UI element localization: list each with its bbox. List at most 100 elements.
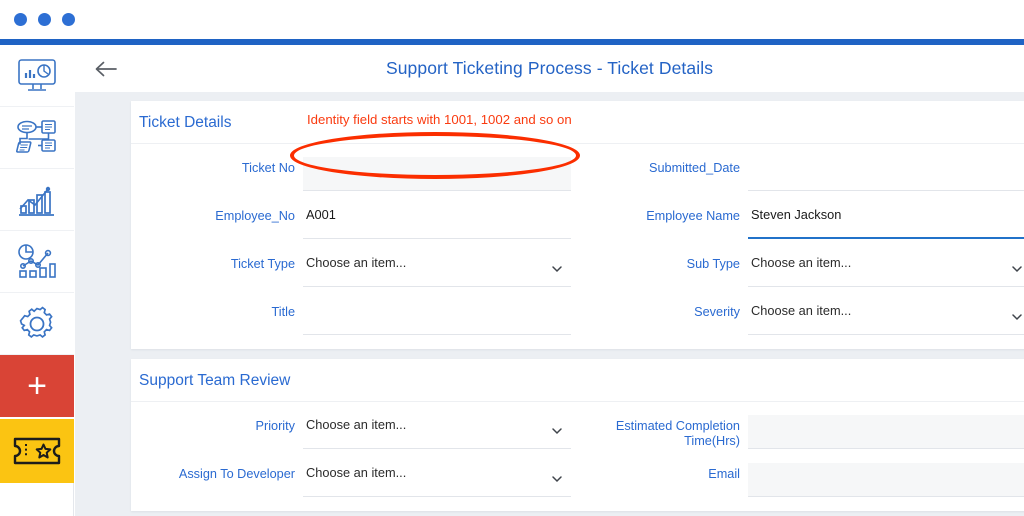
ticket-details-rows: Ticket No Submitted_Date [131,144,1024,349]
process-flow-icon [14,118,60,158]
app-header: Support Ticketing Process - Ticket Detai… [75,45,1024,92]
field-employee-no: Employee_No A001 [131,196,571,244]
window-dot-2[interactable] [38,13,51,26]
sidebar-item-reports[interactable] [0,169,74,231]
annotation-note: Identity field starts with 1001, 1002 an… [307,112,572,127]
card-ticket-details: Ticket Details Ticket No Submitted_Date [131,101,1024,349]
input-underline [748,190,1024,191]
card-support-team-review: Support Team Review Priority Choose an i… [131,359,1024,511]
form-row: Assign To Developer Choose an item... Em… [131,454,1024,502]
input-underline [303,334,571,335]
input-surface [748,415,1024,448]
select-value: Choose an item... [306,417,406,432]
title-input[interactable] [303,301,571,335]
input-underline [748,334,1024,335]
field-employee-name: Employee Name Steven Jackson [571,196,1024,244]
field-submitted-date: Submitted_Date [571,148,1024,196]
field-label: Ticket No [131,157,303,176]
input-underline [748,448,1024,449]
chevron-down-icon[interactable] [1011,310,1023,322]
chevron-down-icon[interactable] [551,472,563,484]
field-label: Assign To Developer [131,463,303,482]
field-label: Submitted_Date [571,157,748,176]
sidebar-item-dashboard[interactable] [0,45,74,107]
field-severity: Severity Choose an item... [571,292,1024,340]
input-underline [303,238,571,239]
email-input[interactable] [748,463,1024,497]
sidebar-item-analytics[interactable] [0,231,74,293]
estimated-completion-time-input[interactable] [748,415,1024,449]
form-row: Employee_No A001 Employee Name Steven Ja… [131,196,1024,244]
window-dot-1[interactable] [14,13,27,26]
input-surface [303,157,571,190]
field-label: Title [131,301,303,320]
input-underline [303,286,571,287]
window-control-dots [14,13,75,26]
field-ticket-no: Ticket No [131,148,571,196]
monitor-analytics-icon [15,56,59,96]
section-title-ticket-details: Ticket Details [131,101,1024,144]
pie-line-bar-icon [15,242,59,282]
form-row: Ticket No Submitted_Date [131,148,1024,196]
input-underline [303,496,571,497]
form-area: Ticket Details Ticket No Submitted_Date [75,92,1024,516]
sidebar-item-tickets[interactable] [0,419,74,483]
form-row: Priority Choose an item... Estimated Com… [131,406,1024,454]
chevron-down-icon[interactable] [551,262,563,274]
field-label: Estimated Completion Time(Hrs) [571,415,748,449]
add-new-button[interactable]: + [0,355,74,419]
ticket-star-icon [12,434,62,468]
employee-no-input[interactable]: A001 [303,205,571,239]
input-value: Steven Jackson [751,207,841,222]
section-title-support-team-review: Support Team Review [131,359,1024,402]
employee-name-input[interactable]: Steven Jackson [748,205,1024,239]
field-label: Email [571,463,748,482]
form-row: Title Severity Choose an item... [131,292,1024,340]
form-row: Ticket Type Choose an item... Sub Type [131,244,1024,292]
ticket-type-select[interactable]: Choose an item... [303,253,571,287]
input-underline [303,190,571,191]
input-underline [748,496,1024,497]
sidebar-item-workflow[interactable] [0,107,74,169]
field-assign-to-developer: Assign To Developer Choose an item... [131,454,571,502]
input-underline-focused [748,237,1024,239]
select-value: Choose an item... [306,255,406,270]
priority-select[interactable]: Choose an item... [303,415,571,449]
plus-icon: + [27,371,47,401]
support-team-review-rows: Priority Choose an item... Estimated Com… [131,402,1024,511]
window-titlebar [0,0,1024,40]
field-estimated-completion-time: Estimated Completion Time(Hrs) [571,406,1024,454]
assign-to-developer-select[interactable]: Choose an item... [303,463,571,497]
field-title: Title [131,292,571,340]
chevron-down-icon[interactable] [551,424,563,436]
page-title: Support Ticketing Process - Ticket Detai… [75,58,1024,79]
window-dot-3[interactable] [62,13,75,26]
chevron-down-icon[interactable] [1011,262,1023,274]
submitted-date-input[interactable] [748,157,1024,191]
field-email: Email [571,454,1024,502]
app-window: + Support Ticketing Process - Ticket Det… [0,0,1024,516]
select-value: Choose an item... [751,255,851,270]
select-value: Choose an item... [751,303,851,318]
sidebar-item-settings[interactable] [0,293,74,355]
back-arrow-icon[interactable] [92,55,120,83]
field-label: Severity [571,301,748,320]
gear-icon [16,303,58,345]
input-value: A001 [306,207,336,222]
field-priority: Priority Choose an item... [131,406,571,454]
bar-line-chart-icon [16,181,58,219]
select-value: Choose an item... [306,465,406,480]
field-sub-type: Sub Type Choose an item... [571,244,1024,292]
ticket-no-input[interactable] [303,157,571,191]
input-surface [748,463,1024,496]
field-ticket-type: Ticket Type Choose an item... [131,244,571,292]
field-label: Ticket Type [131,253,303,272]
input-underline [303,448,571,449]
input-underline [748,286,1024,287]
field-label: Priority [131,415,303,434]
severity-select[interactable]: Choose an item... [748,301,1024,335]
sub-type-select[interactable]: Choose an item... [748,253,1024,287]
field-label: Sub Type [571,253,748,272]
sidebar-rail: + [0,45,74,516]
field-label: Employee_No [131,205,303,224]
